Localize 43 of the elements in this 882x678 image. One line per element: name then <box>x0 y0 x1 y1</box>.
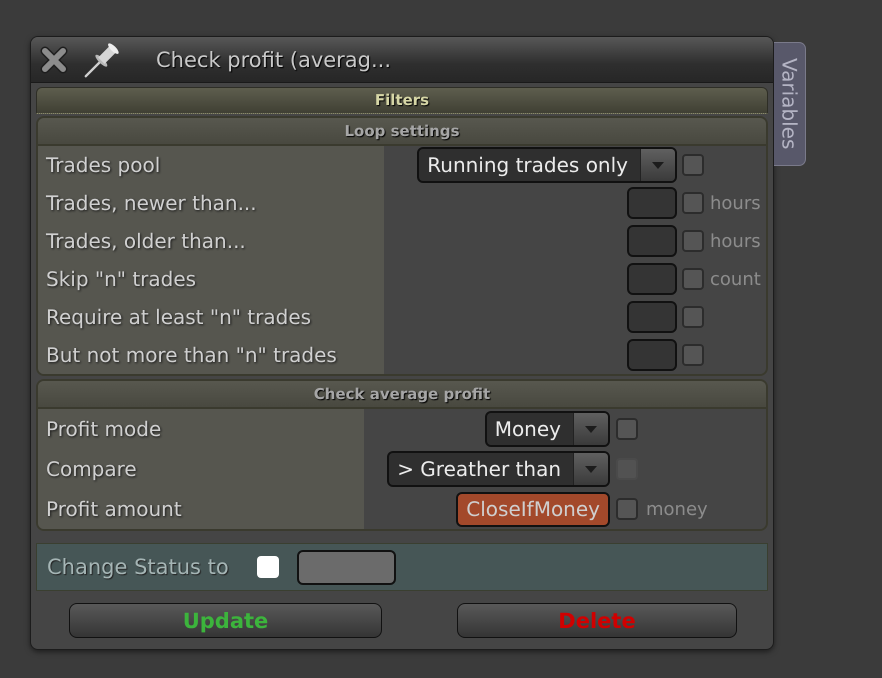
status-label: Change Status to <box>47 555 229 579</box>
section-header: Check average profit <box>38 381 766 409</box>
number-field[interactable] <box>627 301 677 333</box>
dropdown[interactable]: > Greather than <box>387 451 610 487</box>
unit-label: count <box>710 268 761 290</box>
checkbox[interactable] <box>682 268 704 290</box>
window-title: Check profit (averag... <box>156 48 392 72</box>
label-cell: Trades, older than... <box>38 222 384 260</box>
dropdown[interactable]: Running trades only <box>417 147 677 183</box>
caret-icon <box>652 162 664 168</box>
label-cell: Trades, newer than... <box>38 184 384 222</box>
status-field[interactable] <box>296 550 396 584</box>
checkbox[interactable] <box>616 498 638 520</box>
label-cell: Require at least "n" trades <box>38 298 384 336</box>
dropdown[interactable]: Money <box>484 411 610 447</box>
label-cell: Skip "n" trades <box>38 260 384 298</box>
label-cell: But not more than "n" trades <box>38 336 384 374</box>
checkbox[interactable] <box>616 418 638 440</box>
number-field[interactable] <box>627 225 677 257</box>
number-field[interactable] <box>627 187 677 219</box>
checkbox[interactable] <box>682 306 704 328</box>
unit-label: hours <box>710 192 761 214</box>
section-header: Loop settings <box>38 118 766 146</box>
label-cell: Compare <box>38 449 364 489</box>
checkbox[interactable] <box>256 556 279 578</box>
update-button[interactable]: Update <box>69 603 382 638</box>
checkbox[interactable] <box>682 154 704 176</box>
label-cell: Profit mode <box>38 409 364 449</box>
checkbox[interactable] <box>682 192 704 214</box>
label-cell: Trades pool <box>38 146 384 184</box>
close-icon[interactable] <box>40 46 68 74</box>
checkbox[interactable] <box>682 344 704 366</box>
unit-label: money <box>646 498 708 520</box>
number-field[interactable] <box>627 263 677 295</box>
number-field[interactable] <box>627 339 677 371</box>
caret-icon <box>585 426 597 432</box>
label-cell: Profit amount <box>38 489 364 529</box>
variable-field[interactable]: CloseIfMoney <box>456 492 610 526</box>
filters-header: Filters <box>36 87 768 114</box>
variables-tab[interactable]: Variables <box>774 42 806 166</box>
unit-label: hours <box>710 230 761 252</box>
checkbox[interactable] <box>682 230 704 252</box>
caret-icon <box>585 466 597 472</box>
